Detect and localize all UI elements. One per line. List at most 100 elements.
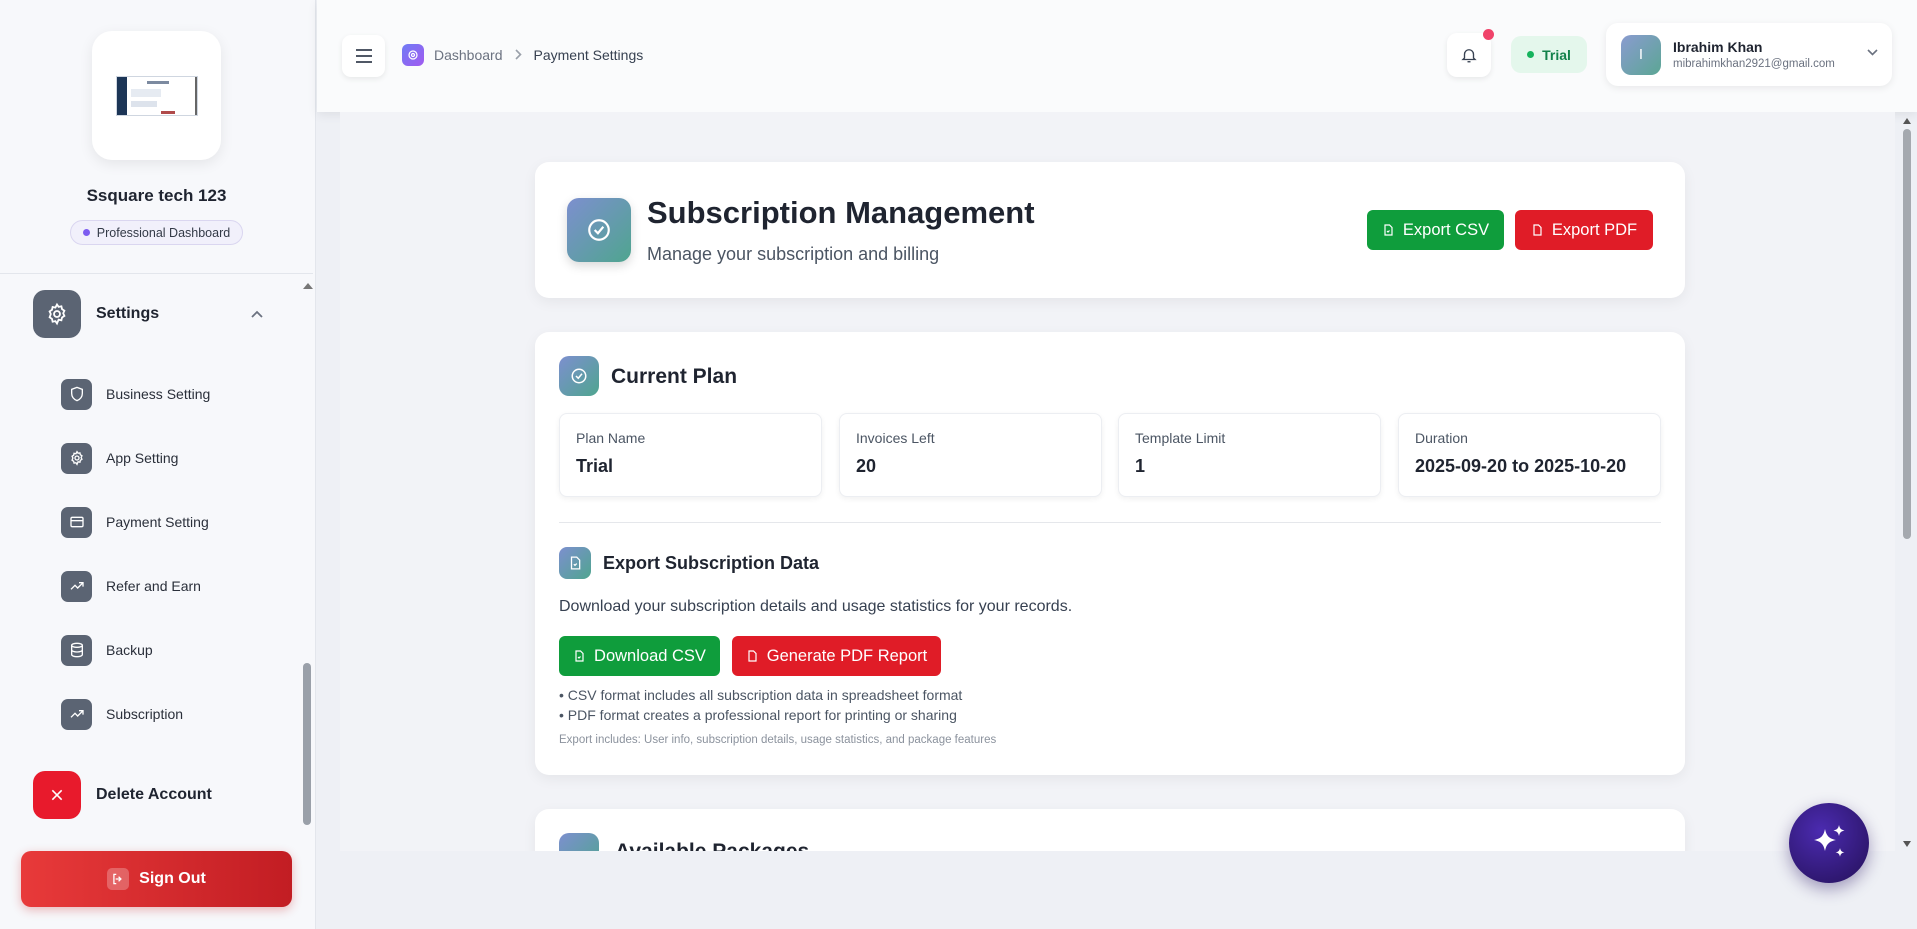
section-divider [559,522,1661,523]
close-icon [33,771,81,819]
export-pdf-label: Export PDF [1551,220,1638,239]
scroll-down-icon[interactable] [1903,841,1911,847]
company-logo [92,31,221,160]
breadcrumb-dashboard-link[interactable]: Dashboard [434,47,503,63]
breadcrumb-current: Payment Settings [533,47,644,63]
logo-image [115,75,198,116]
sidebar-item-business-setting[interactable]: Business Setting [61,378,261,410]
sidebar-item-label: Subscription [106,706,184,722]
scrollbar-thumb[interactable] [1903,129,1911,539]
settings-label: Settings [96,305,160,322]
stat-template-limit: Template Limit 1 [1118,413,1381,497]
sidebar-item-label: App Setting [106,450,179,466]
generate-pdf-label: Generate PDF Report [766,646,928,665]
shield-icon [61,378,92,410]
scroll-up-icon[interactable] [1903,118,1911,124]
file-icon [575,650,584,662]
page-title: Subscription Management [647,195,1035,230]
user-menu[interactable]: I Ibrahim Khan mibrahimkhan2921@gmail.co… [1606,23,1892,86]
export-bullet-csv: • CSV format includes all subscription d… [559,687,963,703]
chevron-right-icon [514,47,522,63]
page-header-card: Subscription Management Manage your subs… [535,162,1685,298]
download-csv-label: Download CSV [594,646,706,665]
sidebar-divider [0,273,313,274]
status-dot-icon [1527,51,1535,58]
main-content: Subscription Management Manage your subs… [340,112,1895,851]
export-section-title: Export Subscription Data [603,553,820,573]
sidebar-item-label: Refer and Earn [106,578,201,594]
sidebar-item-settings[interactable]: Settings [33,290,268,338]
notifications-button[interactable] [1447,29,1494,77]
export-description: Download your subscription details and u… [559,598,1073,615]
delete-account-button[interactable]: Delete Account [33,771,268,819]
trending-up-icon [61,570,92,602]
available-packages-title: Available Packages [615,840,809,851]
notification-dot [1483,29,1494,40]
user-info: Ibrahim Khan mibrahimkhan2921@gmail.com [1673,39,1835,70]
company-name: Ssquare tech 123 [86,186,227,205]
package-icon [559,833,599,851]
sign-out-button[interactable]: Sign Out [21,851,292,907]
stat-label: Plan Name [576,430,646,446]
main-scrollbar[interactable] [1901,114,1913,849]
export-note: Export includes: User info, subscription… [559,734,997,746]
badge-dot-icon [82,229,90,236]
user-name: Ibrahim Khan [1673,39,1763,55]
check-circle-icon [567,198,631,262]
sidebar-item-label: Backup [106,642,153,658]
dashboard-icon [402,44,424,66]
credit-card-icon [61,506,92,538]
user-email: mibrahimkhan2921@gmail.com [1673,58,1835,70]
top-bar: Dashboard Payment Settings Trial I Ibrah… [317,0,1917,112]
scroll-up-icon[interactable] [303,283,313,289]
hamburger-icon [355,49,372,63]
available-packages-card: Available Packages [535,809,1685,851]
dashboard-badge-label: Professional Dashboard [96,225,231,240]
current-plan-card: Current Plan Plan Name Trial Invoices Le… [535,332,1685,775]
menu-toggle-button[interactable] [342,35,385,77]
sidebar-item-payment-setting[interactable]: Payment Setting [61,506,261,538]
generate-pdf-button[interactable]: Generate PDF Report [732,636,941,676]
page-subtitle: Manage your subscription and billing [647,244,940,264]
ai-assistant-button[interactable] [1789,803,1869,883]
file-icon [1384,224,1393,236]
stat-plan-name: Plan Name Trial [559,413,822,497]
export-pdf-button[interactable]: Export PDF [1515,210,1653,250]
chevron-up-icon[interactable] [251,310,263,318]
stat-label: Duration [1415,430,1468,446]
stat-label: Invoices Left [856,430,935,446]
stat-value: 1 [1135,456,1146,476]
sidebar-item-app-setting[interactable]: App Setting [61,442,261,474]
sidebar-item-label: Payment Setting [106,514,209,530]
database-icon [61,634,92,666]
stat-value: 2025-09-20 to 2025-10-20 [1415,456,1627,476]
export-csv-label: Export CSV [1402,220,1490,239]
sidebar-scrollbar[interactable] [302,280,313,828]
bell-icon [1461,49,1477,63]
sidebar-item-refer-and-earn[interactable]: Refer and Earn [61,570,261,602]
sidebar-item-subscription[interactable]: Subscription [61,698,261,730]
delete-account-label: Delete Account [96,786,212,803]
file-icon [748,650,757,662]
trending-up-icon [61,698,92,730]
stat-duration: Duration 2025-09-20 to 2025-10-20 [1398,413,1661,497]
check-circle-icon [559,356,599,396]
logout-icon [107,868,130,890]
download-csv-button[interactable]: Download CSV [559,636,720,676]
file-export-icon [559,547,591,579]
file-icon [1533,224,1542,236]
plan-status-label: Trial [1542,46,1571,63]
sidebar: Ssquare tech 123 Professional Dashboard … [0,0,316,929]
plan-status-badge: Trial [1511,36,1587,73]
stat-label: Template Limit [1135,430,1226,446]
stat-value: 20 [856,456,877,476]
sidebar-item-backup[interactable]: Backup [61,634,261,666]
sign-out-label: Sign Out [139,870,206,887]
sparkles-icon [1814,825,1845,857]
avatar: I [1621,34,1661,75]
chevron-down-icon[interactable] [1867,49,1878,56]
gear-icon [61,442,92,474]
gear-icon [33,290,81,338]
export-csv-button[interactable]: Export CSV [1367,210,1504,250]
scrollbar-thumb[interactable] [303,663,311,825]
